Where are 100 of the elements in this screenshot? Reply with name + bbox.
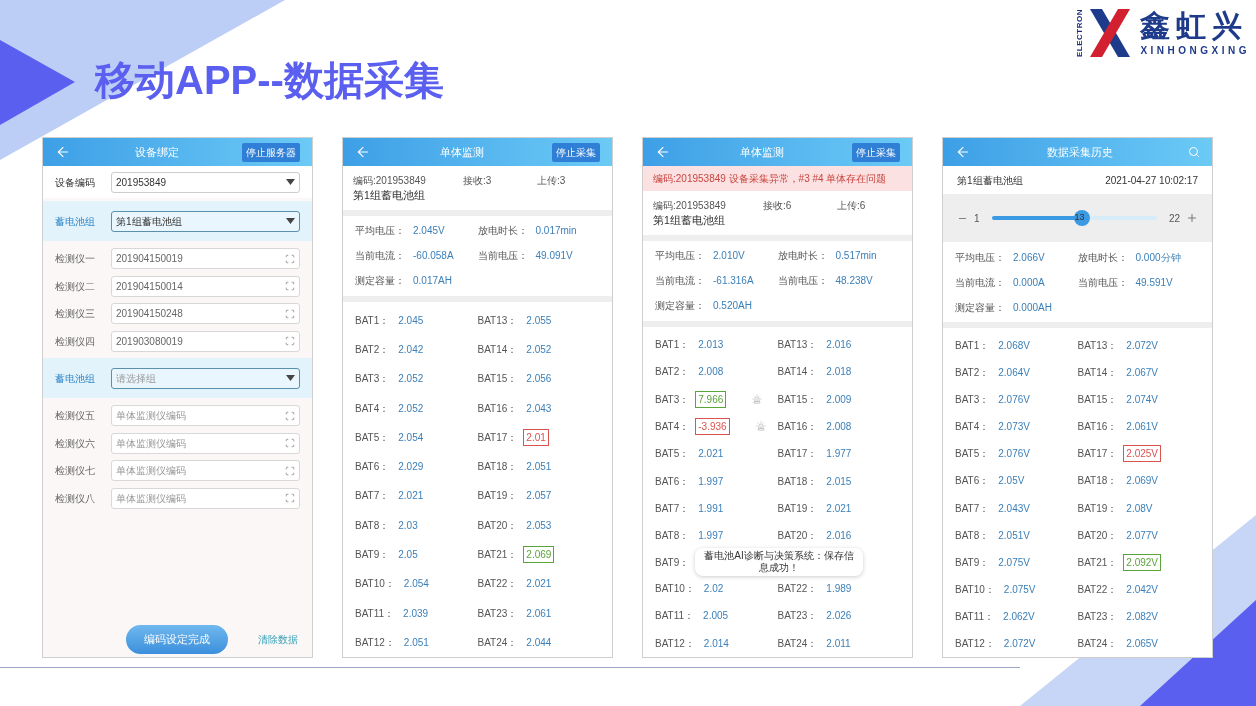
battery-voltage: 2.039 xyxy=(402,606,430,621)
battery-label: BAT7： xyxy=(655,502,690,516)
slide-title: 移动APP--数据采集 xyxy=(93,57,444,104)
battery-label: BAT5： xyxy=(655,447,690,462)
battery-voltage: 2.02 xyxy=(702,582,725,596)
scan-icon[interactable] xyxy=(285,493,295,504)
back-icon[interactable] xyxy=(355,144,371,160)
battery-label: BAT22： xyxy=(477,577,518,592)
battery-label: BAT17： xyxy=(1077,447,1118,462)
stat-value: 0.000A xyxy=(1013,275,1045,290)
record-time: 2021-04-27 10:02:17 xyxy=(1105,173,1198,188)
code-input-field[interactable]: 单体监测仪编码 xyxy=(111,487,300,509)
battery-label: BAT19： xyxy=(777,502,818,516)
battery-voltage: 2.008 xyxy=(825,419,853,434)
battery-voltage: 2.026 xyxy=(825,609,853,624)
field-label: 检测仪七 xyxy=(55,464,96,479)
battery-voltage: 2.072V xyxy=(1002,636,1037,651)
dropdown-field[interactable]: 201953849 xyxy=(111,171,300,193)
battery-voltage: 2.053 xyxy=(525,518,553,533)
battery-voltage: 2.074V xyxy=(1125,393,1160,408)
clear-data-link[interactable]: 清除数据 xyxy=(258,631,298,647)
received-count: 接收:3 xyxy=(463,174,493,188)
battery-label: BAT23： xyxy=(1077,609,1118,624)
battery-voltage: 2.055 xyxy=(525,313,553,328)
stat-label: 当前电压： xyxy=(1077,275,1128,290)
battery-label: BAT15： xyxy=(1077,393,1118,408)
code-input-field[interactable]: 单体监测仪编码 xyxy=(111,460,300,482)
scan-icon[interactable] xyxy=(285,336,295,347)
back-icon[interactable] xyxy=(55,144,71,160)
battery-voltage: 2.051 xyxy=(525,460,553,475)
stat-label: 放电时长： xyxy=(777,249,828,264)
battery-label: BAT7： xyxy=(955,501,990,516)
battery-label: BAT20： xyxy=(477,518,518,533)
battery-label: BAT9： xyxy=(655,555,690,570)
battery-voltage: 1.989 xyxy=(825,582,853,596)
battery-label: BAT21： xyxy=(477,548,518,562)
battery-voltage: 2.015 xyxy=(825,474,853,489)
dropdown-field[interactable]: 请选择组 xyxy=(111,367,300,389)
battery-voltage: 1.997 xyxy=(697,529,725,544)
battery-voltage: 2.05 xyxy=(397,548,419,562)
code-input-field[interactable]: 单体监测仪编码 xyxy=(111,405,300,427)
battery-voltage: 2.072V xyxy=(1125,339,1160,354)
scan-icon[interactable] xyxy=(285,281,295,292)
stat-value: 49.591V xyxy=(1135,275,1173,290)
battery-label: BAT10： xyxy=(355,577,395,592)
battery-label: BAT24： xyxy=(1077,636,1118,651)
battery-label: BAT4： xyxy=(655,419,690,434)
battery-voltage: 2.082V xyxy=(1125,609,1160,624)
scan-icon[interactable] xyxy=(285,410,295,421)
flagged-voltage: -3.936 xyxy=(695,417,730,435)
stat-label: 平均电压： xyxy=(355,224,405,239)
search-icon[interactable] xyxy=(1188,146,1200,158)
field-label: 检测仪四 xyxy=(55,334,96,349)
scan-icon[interactable] xyxy=(285,465,295,476)
back-icon[interactable] xyxy=(655,144,671,160)
battery-label: BAT18： xyxy=(1077,474,1118,489)
code-input-field[interactable]: 201904150019 xyxy=(111,248,300,270)
stop-button[interactable]: 停止采集 xyxy=(552,142,600,162)
stop-button[interactable]: 停止采集 xyxy=(852,142,900,162)
plus-icon[interactable] xyxy=(1186,212,1198,224)
scan-icon[interactable] xyxy=(285,308,295,319)
stat-label: 当前电流： xyxy=(355,249,405,264)
battery-voltage: 2.043 xyxy=(525,401,553,416)
battery-label: BAT17： xyxy=(777,447,818,462)
slider-thumb[interactable]: 13 xyxy=(1074,210,1091,226)
scan-icon[interactable] xyxy=(285,253,295,264)
scan-icon[interactable] xyxy=(285,438,295,449)
battery-voltage: 2.016 xyxy=(825,337,853,352)
battery-label: BAT18： xyxy=(477,460,518,475)
battery-group-name: 第1组蓄电池组 xyxy=(353,188,426,203)
battery-voltage: 2.054 xyxy=(397,430,425,445)
dropdown-field[interactable]: 第1组蓄电池组 xyxy=(111,210,300,232)
battery-voltage: 2.064V xyxy=(997,366,1031,381)
battery-voltage: 1.991 xyxy=(697,502,725,516)
code-input-field[interactable]: 201904150014 xyxy=(111,275,300,297)
stat-value: 48.238V xyxy=(835,274,873,289)
battery-label: BAT19： xyxy=(477,489,518,504)
code-input-field[interactable]: 201903080019 xyxy=(111,330,300,352)
code-input-field[interactable]: 201904150248 xyxy=(111,303,300,325)
battery-voltage: 2.051V xyxy=(997,528,1031,543)
flagged-voltage: 2.069 xyxy=(523,546,555,563)
battery-label: BAT11： xyxy=(955,609,995,624)
submit-button[interactable]: 编码设定完成 xyxy=(126,624,228,654)
battery-label: BAT5： xyxy=(355,430,390,445)
stat-label: 当前电流： xyxy=(955,275,1005,290)
battery-label: BAT1： xyxy=(955,339,990,354)
screen-title: 数据采集历史 xyxy=(1046,144,1113,160)
stop-button[interactable]: 停止服务器 xyxy=(242,142,300,162)
battery-label: BAT22： xyxy=(1077,582,1118,597)
battery-voltage: 2.08V xyxy=(1125,501,1154,516)
back-icon[interactable] xyxy=(955,144,971,160)
battery-label: BAT13： xyxy=(777,337,818,352)
battery-label: BAT15： xyxy=(477,372,518,387)
battery-label: BAT12： xyxy=(655,636,695,651)
battery-label: BAT19： xyxy=(1077,501,1118,516)
code-input-field[interactable]: 单体监测仪编码 xyxy=(111,432,300,454)
slider-track[interactable]: 13 xyxy=(991,210,1157,226)
battery-label: BAT18： xyxy=(777,474,818,489)
stat-label: 平均电压： xyxy=(955,250,1005,265)
battery-label: BAT2： xyxy=(355,343,390,358)
